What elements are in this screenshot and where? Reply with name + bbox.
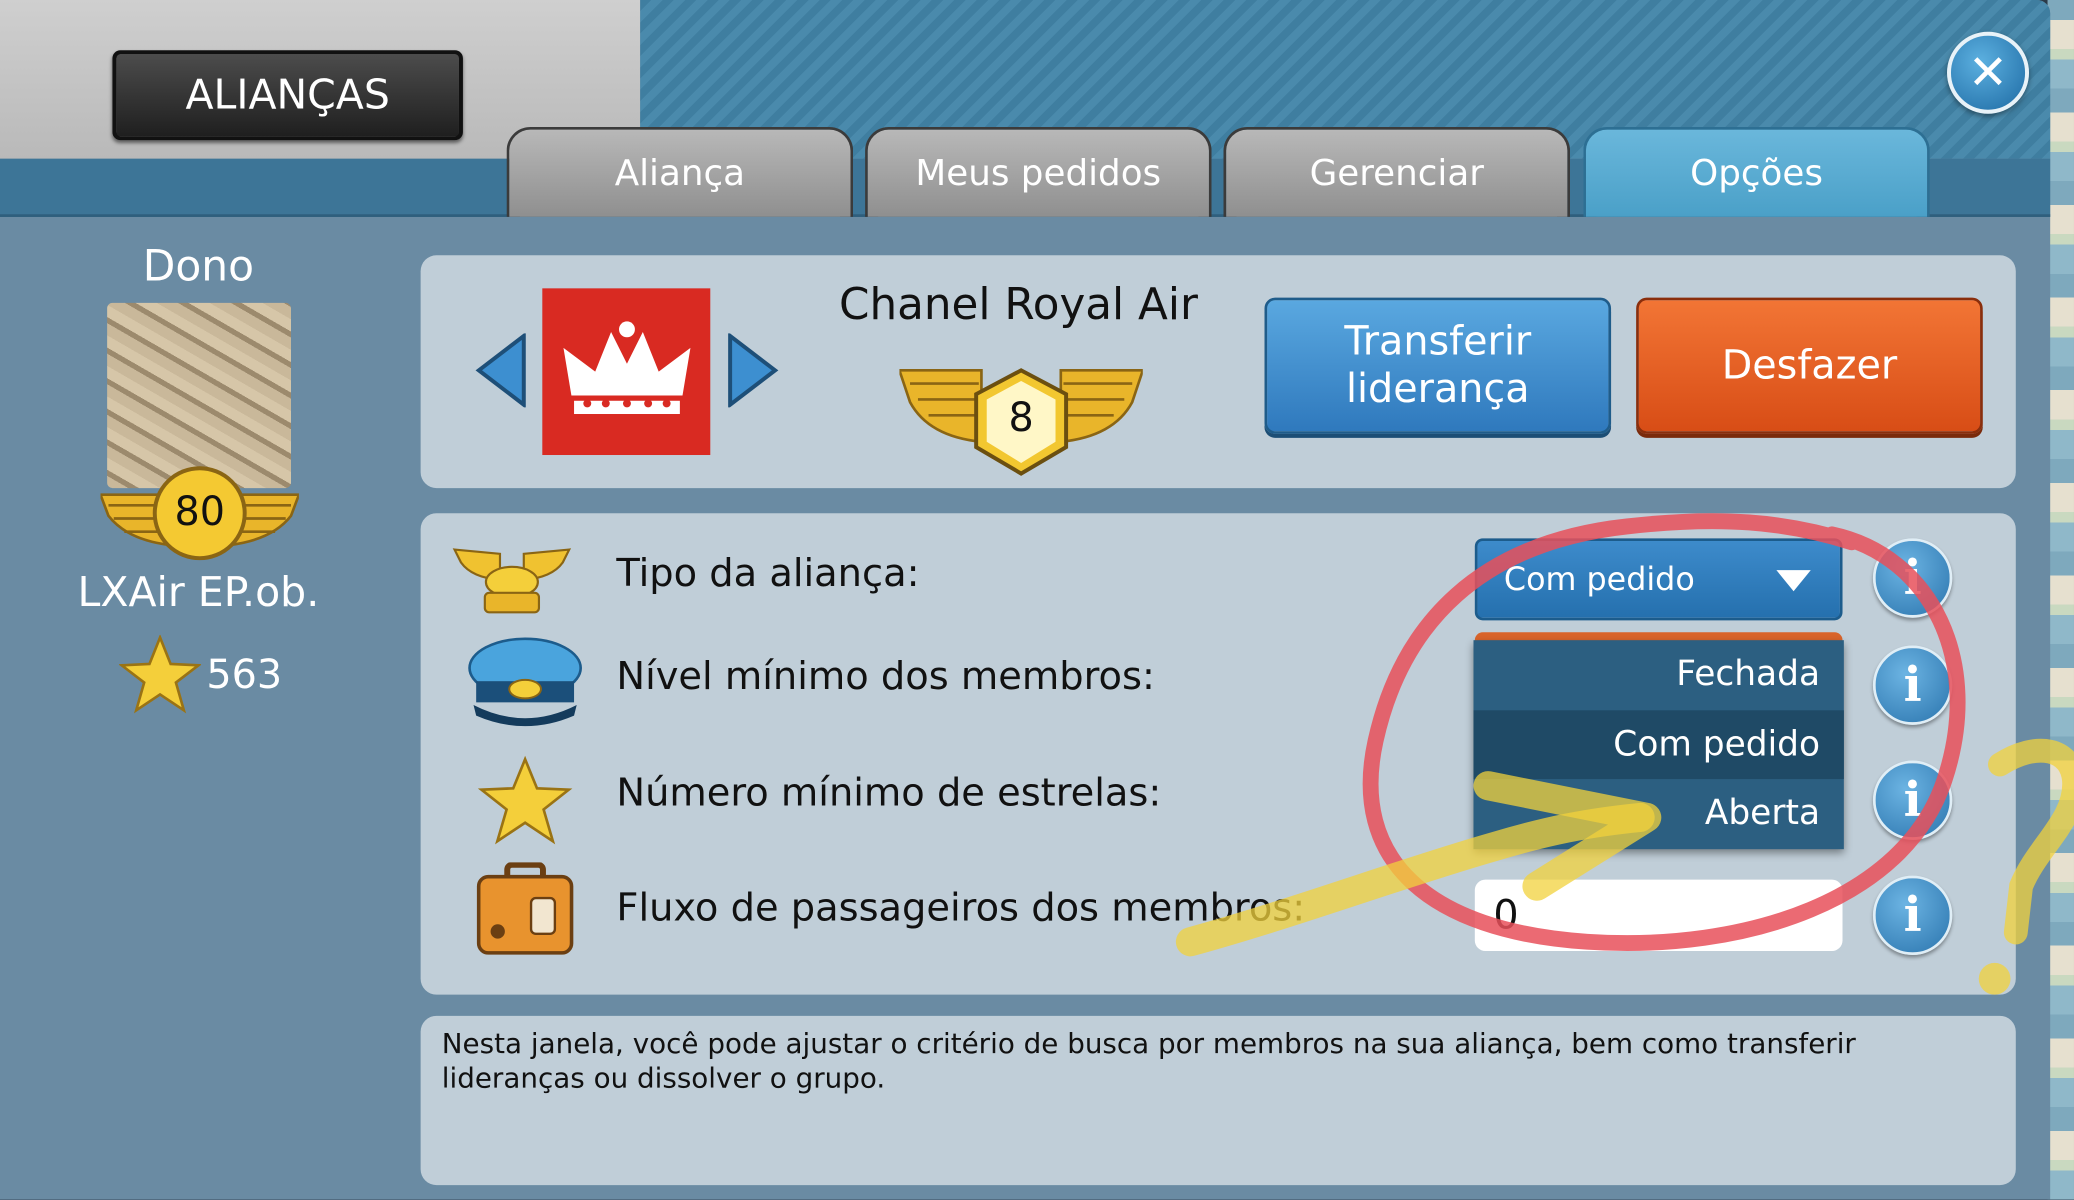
alliance-window: ALIANÇAS ✕ Aliança Meus pedidos Gerencia… xyxy=(0,0,2051,1200)
tab-opcoes[interactable]: Opções xyxy=(1583,126,1930,217)
alliance-type-value: Com pedido xyxy=(1503,560,1695,598)
pilot-cap-icon xyxy=(468,637,582,727)
owner-stars: 563 xyxy=(119,634,283,714)
min-stars-label: Número mínimo de estrelas: xyxy=(616,769,1162,815)
passenger-flow-input[interactable]: 0 xyxy=(1474,879,1843,952)
crown-icon xyxy=(562,321,690,415)
tab-alianca[interactable]: Aliança xyxy=(506,126,854,217)
suitcase-icon xyxy=(476,862,574,955)
alliance-type-select[interactable]: Com pedido xyxy=(1474,538,1843,621)
close-icon: ✕ xyxy=(1968,45,2008,100)
info-passengers-button[interactable]: i xyxy=(1872,875,1953,955)
map-background-edge xyxy=(2047,0,2074,1200)
dropdown-option-fechada[interactable]: Fechada xyxy=(1473,640,1843,710)
info-level-button[interactable]: i xyxy=(1872,645,1953,725)
info-stars-button[interactable]: i xyxy=(1872,760,1953,840)
owner-label: Dono xyxy=(142,240,254,291)
tab-gerenciar[interactable]: Gerenciar xyxy=(1223,126,1571,217)
next-logo-arrow-icon[interactable] xyxy=(727,333,780,408)
dropdown-option-aberta[interactable]: Aberta xyxy=(1473,779,1843,849)
owner-stars-count: 563 xyxy=(206,651,283,698)
tab-meus-pedidos[interactable]: Meus pedidos xyxy=(865,126,1212,217)
min-level-label: Nível mínimo dos membros: xyxy=(616,653,1155,699)
close-button[interactable]: ✕ xyxy=(1947,31,2030,114)
alliance-name: Chanel Royal Air xyxy=(838,277,1198,330)
screen: ALIANÇAS ✕ Aliança Meus pedidos Gerencia… xyxy=(0,0,2074,1200)
alliance-logo xyxy=(542,288,711,456)
info-icon: i xyxy=(1903,772,1922,829)
info-icon: i xyxy=(1903,550,1922,606)
transfer-leadership-button[interactable]: Transferir liderança xyxy=(1264,297,1612,434)
passenger-flow-label: Fluxo de passageiros dos membros: xyxy=(616,884,1306,930)
owner-level: 80 xyxy=(174,489,225,536)
dropdown-option-com-pedido[interactable]: Com pedido xyxy=(1473,709,1844,780)
pilot-wings-icon xyxy=(452,548,572,614)
star-icon xyxy=(119,634,202,714)
avatar[interactable] xyxy=(107,302,291,489)
info-icon: i xyxy=(1903,887,1922,944)
star-icon xyxy=(477,755,573,845)
window-title: ALIANÇAS xyxy=(112,50,463,141)
info-icon: i xyxy=(1903,657,1922,713)
alliance-type-label: Tipo da aliança: xyxy=(616,550,920,596)
owner-name: LXAir EP.ob. xyxy=(77,568,320,617)
prev-logo-arrow-icon[interactable] xyxy=(474,333,527,408)
description-text: Nesta janela, você pode ajustar o critér… xyxy=(441,1027,1856,1094)
info-type-button[interactable]: i xyxy=(1872,538,1953,618)
alliance-type-dropdown: Fechada Com pedido Aberta xyxy=(1473,640,1844,850)
disband-button[interactable]: Desfazer xyxy=(1636,297,1983,434)
chevron-down-icon xyxy=(1776,570,1811,592)
alliance-level: 8 xyxy=(1008,395,1034,442)
